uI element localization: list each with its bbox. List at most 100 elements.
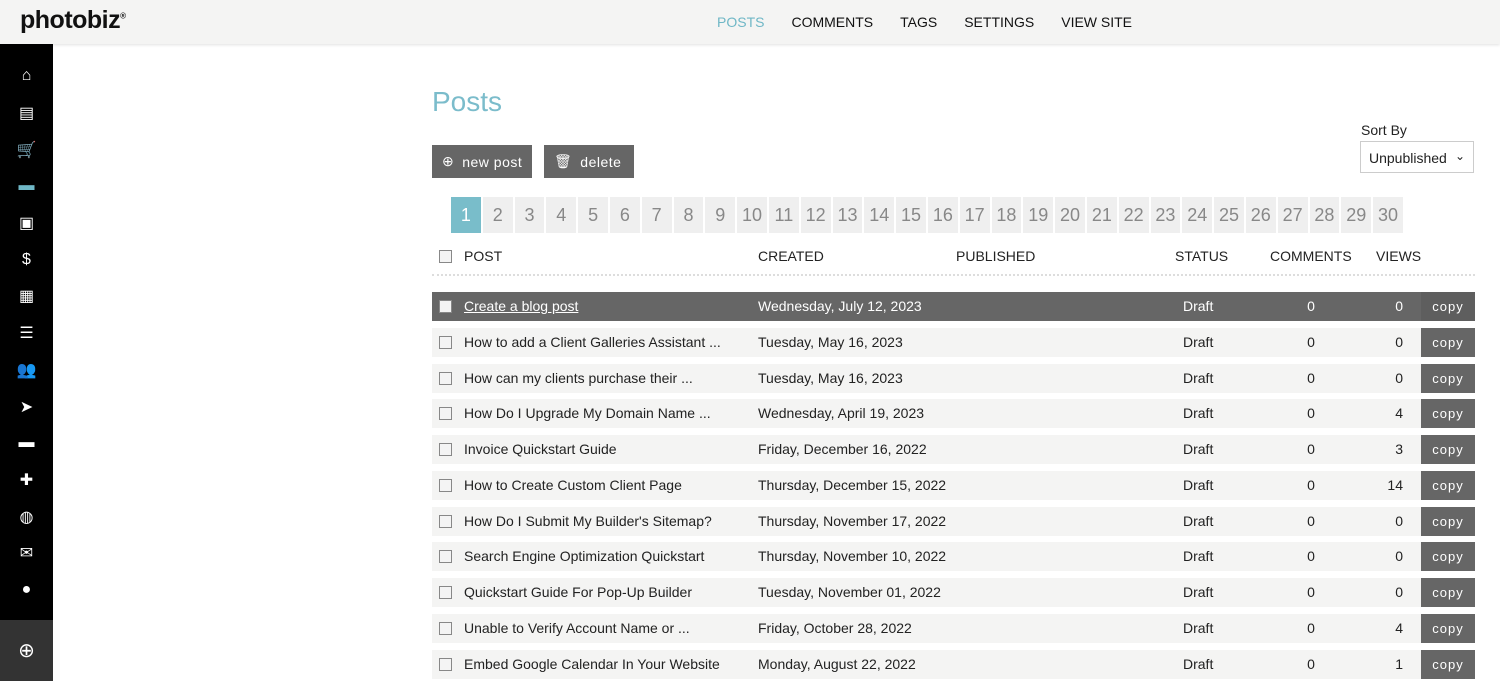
col-status[interactable]: STATUS [1175, 248, 1228, 264]
new-post-button[interactable]: ⊕ new post [432, 145, 533, 178]
list-icon[interactable]: ☰ [0, 315, 53, 352]
post-title[interactable]: How Do I Upgrade My Domain Name ... [464, 405, 711, 421]
post-title[interactable]: Unable to Verify Account Name or ... [464, 620, 690, 636]
copy-button[interactable]: copy [1421, 578, 1475, 607]
page-8[interactable]: 8 [673, 197, 704, 233]
page-2[interactable]: 2 [482, 197, 513, 233]
row-checkbox[interactable] [439, 621, 452, 635]
table-row[interactable]: Quickstart Guide For Pop-Up Builder Tues… [432, 578, 1475, 607]
page-4[interactable]: 4 [546, 197, 577, 233]
table-row[interactable]: Unable to Verify Account Name or ... Fri… [432, 613, 1475, 643]
page-7[interactable]: 7 [641, 197, 672, 233]
sort-select[interactable]: Unpublished ⌄ [1360, 141, 1474, 173]
post-title[interactable]: Embed Google Calendar In Your Website [464, 656, 720, 672]
send-icon[interactable]: ➤ [0, 388, 53, 425]
cart-icon[interactable]: 🛒 [0, 131, 53, 168]
account-icon[interactable]: ● [0, 572, 53, 609]
contacts-icon[interactable]: 👥 [0, 352, 53, 389]
page-13[interactable]: 13 [832, 197, 863, 233]
col-created[interactable]: CREATED [758, 248, 824, 264]
row-checkbox[interactable] [439, 478, 452, 492]
copy-button[interactable]: copy [1421, 292, 1475, 321]
row-checkbox[interactable] [439, 407, 452, 421]
post-title[interactable]: Quickstart Guide For Pop-Up Builder [464, 584, 692, 600]
copy-button[interactable]: copy [1421, 399, 1475, 429]
page-1[interactable]: 1 [451, 197, 481, 233]
post-title[interactable]: How can my clients purchase their ... [464, 370, 693, 386]
gallery-icon[interactable]: ▣ [0, 205, 53, 242]
copy-button[interactable]: copy [1421, 363, 1475, 393]
invoice-icon[interactable]: $ [0, 241, 53, 278]
page-20[interactable]: 20 [1055, 197, 1085, 233]
row-checkbox[interactable] [439, 443, 452, 456]
page-6[interactable]: 6 [609, 197, 640, 233]
page-9[interactable]: 9 [705, 197, 736, 233]
post-title[interactable]: Search Engine Optimization Quickstart [464, 548, 704, 564]
page-3[interactable]: 3 [514, 197, 545, 233]
logo[interactable]: photobiz® [20, 6, 126, 35]
copy-button[interactable]: copy [1421, 327, 1475, 357]
table-row[interactable]: How Do I Upgrade My Domain Name ... Wedn… [432, 399, 1475, 429]
page-16[interactable]: 16 [927, 197, 958, 233]
copy-button[interactable]: copy [1421, 435, 1475, 464]
folder-icon[interactable]: ▬ [0, 425, 53, 462]
copy-button[interactable]: copy [1421, 649, 1475, 679]
page-28[interactable]: 28 [1309, 197, 1340, 233]
table-row[interactable]: Embed Google Calendar In Your Website Mo… [432, 649, 1475, 679]
copy-button[interactable]: copy [1421, 613, 1475, 643]
nav-comments[interactable]: COMMENTS [791, 14, 873, 30]
page-30[interactable]: 30 [1373, 197, 1403, 233]
page-11[interactable]: 11 [768, 197, 799, 233]
table-row[interactable]: How to Create Custom Client Page Thursda… [432, 470, 1475, 500]
plugin-icon[interactable]: ✚ [0, 462, 53, 499]
page-25[interactable]: 25 [1214, 197, 1244, 233]
row-checkbox[interactable] [439, 300, 452, 313]
row-checkbox[interactable] [439, 550, 452, 564]
table-row[interactable]: Search Engine Optimization Quickstart Th… [432, 542, 1475, 572]
table-row[interactable]: Create a blog post Wednesday, July 12, 2… [432, 292, 1475, 321]
post-title[interactable]: How to Create Custom Client Page [464, 477, 682, 493]
page-12[interactable]: 12 [800, 197, 831, 233]
page-14[interactable]: 14 [864, 197, 895, 233]
post-title[interactable]: Invoice Quickstart Guide [464, 441, 617, 457]
table-row[interactable]: Invoice Quickstart Guide Friday, Decembe… [432, 435, 1475, 464]
copy-button[interactable]: copy [1421, 542, 1475, 572]
page-24[interactable]: 24 [1182, 197, 1213, 233]
page-26[interactable]: 26 [1245, 197, 1276, 233]
add-icon[interactable]: ⊕ [0, 620, 53, 681]
row-checkbox[interactable] [439, 371, 452, 385]
copy-button[interactable]: copy [1421, 470, 1475, 500]
page-27[interactable]: 27 [1277, 197, 1308, 233]
page-21[interactable]: 21 [1086, 197, 1117, 233]
table-row[interactable]: How can my clients purchase their ... Tu… [432, 363, 1475, 393]
nav-settings[interactable]: SETTINGS [964, 14, 1034, 30]
globe-icon[interactable]: ◍ [0, 498, 53, 535]
row-checkbox[interactable] [439, 335, 452, 349]
page-29[interactable]: 29 [1341, 197, 1372, 233]
home-icon[interactable]: ⌂ [0, 58, 53, 95]
table-row[interactable]: How Do I Submit My Builder's Sitemap? Th… [432, 506, 1475, 536]
row-checkbox[interactable] [439, 514, 452, 528]
table-row[interactable]: How to add a Client Galleries Assistant … [432, 327, 1475, 357]
delete-button[interactable]: 🗑 delete [544, 145, 634, 178]
row-checkbox[interactable] [439, 586, 452, 599]
copy-button[interactable]: copy [1421, 506, 1475, 536]
row-checkbox[interactable] [439, 657, 452, 671]
website-icon[interactable]: ▤ [0, 95, 53, 132]
post-title[interactable]: How Do I Submit My Builder's Sitemap? [464, 513, 712, 529]
col-post[interactable]: POST [464, 248, 502, 264]
nav-view-site[interactable]: VIEW SITE [1061, 14, 1132, 30]
col-published[interactable]: PUBLISHED [956, 248, 1035, 264]
blog-icon[interactable]: ▬ [0, 168, 53, 205]
page-19[interactable]: 19 [1023, 197, 1054, 233]
page-23[interactable]: 23 [1150, 197, 1181, 233]
mail-icon[interactable]: ✉ [0, 535, 53, 572]
nav-posts[interactable]: POSTS [717, 14, 764, 30]
col-views[interactable]: VIEWS [1376, 248, 1421, 264]
calendar-icon[interactable]: ▦ [0, 278, 53, 315]
post-title[interactable]: Create a blog post [464, 298, 578, 314]
page-5[interactable]: 5 [578, 197, 608, 233]
col-comments[interactable]: COMMENTS [1270, 248, 1352, 264]
post-title[interactable]: How to add a Client Galleries Assistant … [464, 334, 721, 350]
page-22[interactable]: 22 [1118, 197, 1149, 233]
